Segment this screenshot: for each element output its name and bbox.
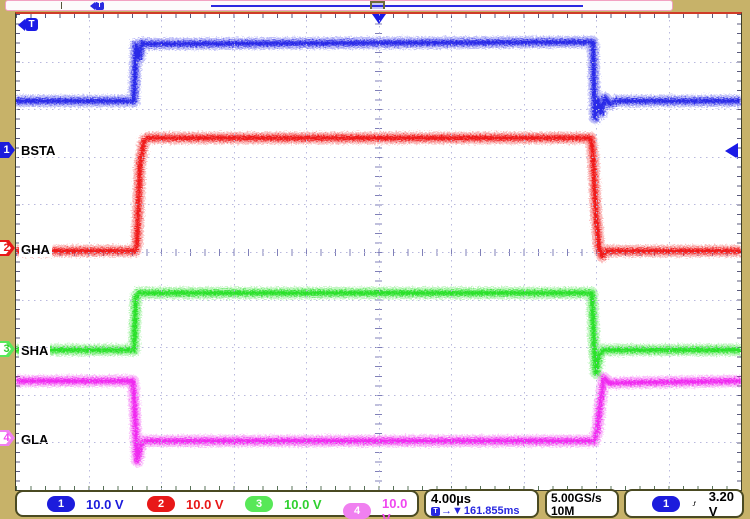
t-square-icon: T xyxy=(431,506,440,516)
record-window-line xyxy=(211,5,583,7)
ch3-marker-icon[interactable]: 3 xyxy=(0,341,15,357)
ch2-marker-icon[interactable]: 2 xyxy=(0,240,15,256)
ch4-scale: 10.0 V xyxy=(382,496,408,519)
ch3-label: SHA xyxy=(19,343,51,358)
grid-vline xyxy=(523,14,525,490)
left-arrow-icon xyxy=(18,18,25,31)
ch4-label: GLA xyxy=(19,432,51,447)
channel-readouts-box[interactable]: 1 10.0 V 2 10.0 V 3 10.0 V 4 10.0 V xyxy=(15,490,419,519)
ch1-readout[interactable]: 1 10.0 V xyxy=(47,496,124,512)
grid-hline xyxy=(16,252,741,253)
grid-hline xyxy=(16,442,741,444)
trigger-delay-value: 161.855ms xyxy=(463,505,520,517)
ch3-badge[interactable]: 3 xyxy=(245,496,273,512)
acquisition-readout-box[interactable]: 5.00GS/s 10M points xyxy=(545,489,619,519)
timebase-readout-box[interactable]: 4.00µs T →▼ 161.855ms xyxy=(424,489,539,518)
ch2-readout[interactable]: 2 10.0 V xyxy=(147,496,224,512)
record-length: 10M points xyxy=(551,504,587,519)
grid-vline xyxy=(596,14,597,490)
ch4-readout[interactable]: 4 10.0 V xyxy=(343,496,417,519)
record-window-bracket[interactable] xyxy=(370,1,385,9)
grid-vline xyxy=(668,14,670,490)
ch1-marker-icon[interactable]: 1 xyxy=(0,142,15,158)
trigger-level-value: 3.20 V xyxy=(708,488,734,519)
grid-hline xyxy=(16,347,741,349)
grid-vline xyxy=(451,14,452,490)
trigger-delay-readout: T →▼ 161.855ms xyxy=(431,505,532,517)
grid-hline xyxy=(16,299,741,301)
ch2-scale: 10.0 V xyxy=(186,496,224,512)
ch4-badge[interactable]: 4 xyxy=(343,503,371,519)
ch2-label: GHA xyxy=(19,242,52,257)
rising-edge-icon xyxy=(692,501,697,506)
oscilloscope-screen: T T BSTA GHA SHA GLA 1 2 3 4 1 10.0 V 2 10.… xyxy=(0,0,750,519)
ch3-readout[interactable]: 3 10.0 V xyxy=(245,496,322,512)
trigger-source-badge[interactable]: 1 xyxy=(652,495,680,512)
graticule: T BSTA GHA SHA GLA xyxy=(15,12,742,491)
ch1-label: BSTA xyxy=(19,143,58,158)
ch4-marker-icon[interactable]: 4 xyxy=(0,430,15,446)
record-view-bar[interactable]: T xyxy=(5,0,673,11)
ch1-scale: 10.0 V xyxy=(86,496,124,512)
ch1-badge[interactable]: 1 xyxy=(47,496,75,512)
record-tick xyxy=(61,2,62,9)
grid-hline xyxy=(16,394,741,396)
record-trigger-t-icon: T xyxy=(90,2,104,10)
arrow-down-icons: →▼ xyxy=(441,505,463,517)
ch2-badge[interactable]: 2 xyxy=(147,496,175,512)
ch3-scale: 10.0 V xyxy=(284,496,322,512)
offscreen-trigger-icon: T xyxy=(18,18,38,31)
timebase-scale: 4.00µs xyxy=(431,491,472,506)
trigger-readout-box[interactable]: 1 3.20 V xyxy=(624,488,744,519)
